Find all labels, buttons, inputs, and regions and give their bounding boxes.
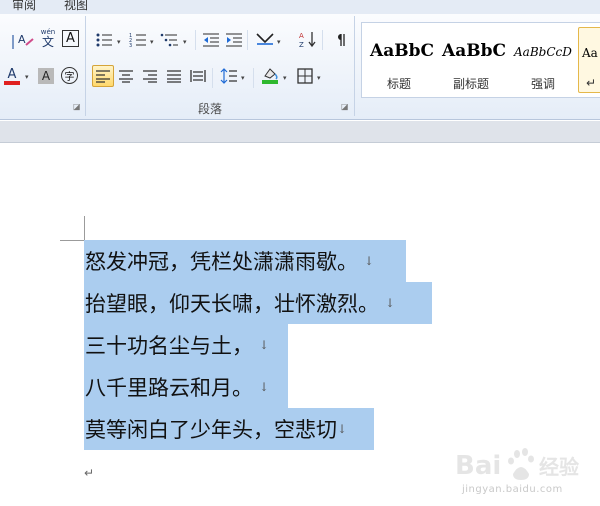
line-text: 抬望眼，仰天长啸，壮怀激烈。 [85, 292, 379, 316]
line-spacing-dropdown-icon[interactable]: ▾ [241, 74, 245, 82]
text-line-1[interactable]: 怒发冲冠，凭栏处潇潇雨歇。 ↓ [84, 240, 406, 282]
phonetic-guide-button[interactable]: wén 文 [38, 28, 58, 48]
svg-text:A: A [299, 32, 304, 40]
enclose-char-label: 字 [64, 72, 75, 83]
font-color-button[interactable]: A [2, 66, 22, 86]
shading-button[interactable] [260, 65, 280, 85]
borders-icon[interactable] [295, 66, 315, 86]
line-text: 莫等闲白了少年头，空悲切 [85, 418, 337, 442]
watermark-url: jingyan.baidu.com [462, 484, 563, 495]
enclose-char-button[interactable]: 字 [61, 67, 78, 84]
multilevel-list-icon[interactable] [160, 30, 180, 50]
inner-separator [195, 30, 196, 50]
show-marks-icon[interactable] [330, 30, 350, 50]
style-sample: Aa [582, 46, 598, 60]
ruler-band [0, 121, 600, 143]
style-name: 强调 [530, 77, 555, 91]
group-separator [354, 16, 355, 116]
font-color-label: A [7, 66, 17, 82]
paragraph-group-label: 段落 [198, 102, 223, 116]
char-shading-button[interactable]: A [38, 68, 54, 84]
svg-text:A: A [18, 33, 26, 46]
chinese-layout-dropdown-icon[interactable]: ▾ [277, 38, 281, 46]
align-center-icon[interactable] [116, 66, 136, 86]
char-border-button[interactable]: A [62, 30, 79, 47]
crop-mark [60, 240, 84, 241]
style-sample: AaBbCcD [514, 45, 572, 59]
numbering-icon[interactable]: 123 [128, 30, 148, 50]
style-name: 标题 [386, 77, 411, 91]
style-subtitle[interactable]: AaBbC 副标题 [436, 27, 506, 93]
phonetic-char-icon: 文 [41, 35, 54, 49]
paragraph-dialog-launcher-icon[interactable]: ◪ [341, 102, 349, 111]
inner-separator [247, 30, 248, 50]
end-paragraph-mark: ↵ [84, 466, 95, 480]
svg-text:3: 3 [129, 43, 132, 48]
line-text: 三十功名尘与土， [85, 334, 253, 358]
style-emphasis[interactable]: AaBbCcD 强调 [508, 27, 578, 93]
increase-indent-icon[interactable] [224, 30, 244, 50]
style-title[interactable]: AaBbC 标题 [364, 27, 434, 93]
paragraph-mark: ↓ [337, 422, 348, 436]
distribute-icon[interactable] [188, 66, 208, 86]
ribbon-tab-strip: 审阅 视图 [0, 0, 600, 14]
shading-swatch [262, 80, 278, 84]
tab-review[interactable]: 审阅 [12, 0, 36, 13]
inner-separator [212, 68, 213, 88]
align-right-icon[interactable] [140, 66, 160, 86]
shading-dropdown-icon[interactable]: ▾ [283, 74, 287, 82]
paragraph-mark: ↓ [259, 380, 270, 394]
style-sample: AaBbC [370, 41, 434, 61]
text-line-2[interactable]: 抬望眼，仰天长啸，壮怀激烈。 ↓ [84, 282, 432, 324]
sort-icon[interactable]: AZ [298, 29, 318, 49]
styles-gallery: AaBbC 标题 AaBbC 副标题 AaBbCcD 强调 Aa ↵ [361, 22, 600, 98]
style-name: ↵ [585, 76, 597, 90]
bullets-icon[interactable] [94, 30, 114, 50]
font-color-dropdown-icon[interactable]: ▾ [25, 73, 29, 81]
numbering-dropdown-icon[interactable]: ▾ [150, 38, 154, 46]
crop-mark [84, 216, 85, 240]
decrease-indent-icon[interactable] [201, 30, 221, 50]
borders-dropdown-icon[interactable]: ▾ [317, 74, 321, 82]
clear-format-icon[interactable]: A [16, 30, 36, 50]
chinese-layout-icon[interactable] [255, 29, 275, 49]
paragraph-mark: ↓ [385, 296, 396, 310]
style-sample: AaBbC [442, 41, 506, 61]
char-shading-label: A [41, 69, 51, 83]
word-window: 审阅 视图 A wén 文 A A ▾ A 字 ◪ ▾ 1 2 3 ▾ ▾ ▾ … [0, 0, 600, 506]
char-border-label: A [66, 31, 75, 46]
paragraph-mark: ↓ [364, 254, 375, 268]
style-selected[interactable]: Aa ↵ [578, 27, 600, 93]
ribbon: A wén 文 A A ▾ A 字 ◪ ▾ 123 ▾ ▾ ▾ A Z ▾ ▾ … [0, 14, 600, 120]
line-text: 八千里路云和月。 [85, 376, 253, 400]
style-name: 副标题 [452, 77, 489, 91]
text-line-3[interactable]: 三十功名尘与土， ↓ [84, 324, 288, 366]
line-text: 怒发冲冠，凭栏处潇潇雨歇。 [85, 250, 358, 274]
group-separator [85, 16, 86, 116]
paragraph-mark: ↓ [259, 338, 270, 352]
tab-view[interactable]: 视图 [64, 0, 88, 13]
font-dialog-launcher-icon[interactable]: ◪ [73, 102, 81, 111]
text-line-4[interactable]: 八千里路云和月。 ↓ [84, 366, 288, 408]
svg-text:Z: Z [299, 41, 304, 48]
text-line-5[interactable]: 莫等闲白了少年头，空悲切 ↓ [84, 408, 374, 450]
inner-separator [322, 30, 323, 50]
justify-icon[interactable] [164, 66, 184, 86]
inner-separator [253, 68, 254, 88]
watermark-brand: 经验 [539, 455, 579, 479]
line-spacing-icon[interactable] [219, 66, 239, 86]
multilevel-dropdown-icon[interactable]: ▾ [183, 38, 187, 46]
watermark-logo-text: Bai [455, 451, 501, 481]
align-left-button[interactable] [92, 65, 114, 87]
bullets-dropdown-icon[interactable]: ▾ [117, 38, 121, 46]
font-color-swatch [4, 80, 20, 85]
